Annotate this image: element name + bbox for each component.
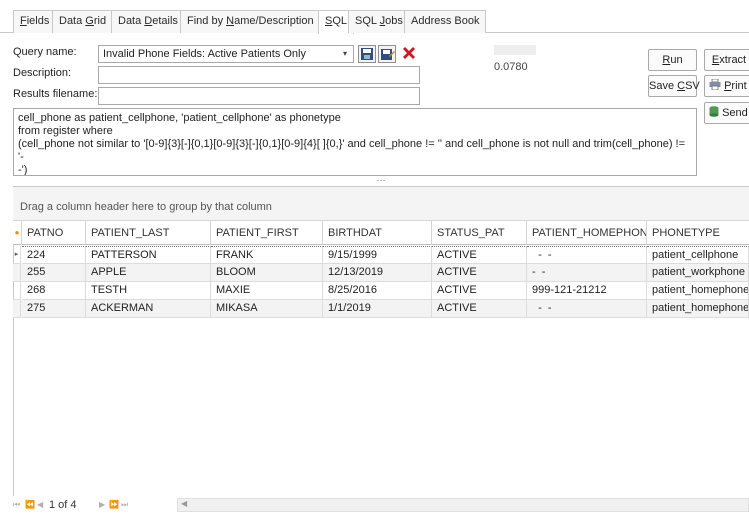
cell-birthdat[interactable]: 9/15/1999 <box>323 246 432 264</box>
sql-editor[interactable]: cell_phone as patient_cellphone, 'patien… <box>13 108 697 176</box>
save-icon <box>361 48 373 60</box>
query-name-value: Invalid Phone Fields: Active Patients On… <box>103 48 306 60</box>
scroll-left-icon[interactable]: ◀ <box>181 499 187 508</box>
cell-status-pat[interactable]: ACTIVE <box>432 300 527 318</box>
cell-patient-last[interactable]: APPLE <box>86 264 211 282</box>
save-query-button[interactable] <box>358 45 376 63</box>
cell-patient-first[interactable]: FRANK <box>211 246 323 264</box>
printer-icon <box>709 78 721 91</box>
cell-birthdat[interactable]: 12/13/2019 <box>323 264 432 282</box>
print-button[interactable]: Print <box>704 75 749 97</box>
cell-status-pat[interactable]: ACTIVE <box>432 264 527 282</box>
cell-patno[interactable]: 275 <box>22 300 86 318</box>
cell-patient-homephone[interactable]: - - <box>527 300 647 318</box>
column-header-status-pat[interactable]: STATUS_PAT <box>432 221 527 245</box>
table-row[interactable]: 255 APPLE BLOOM 12/13/2019 ACTIVE - - pa… <box>13 264 749 282</box>
chevron-down-icon: ▾ <box>342 49 347 58</box>
cell-patno[interactable]: 224 <box>22 246 86 264</box>
tab-sql-jobs[interactable]: SQL Jobs <box>348 10 410 33</box>
query-name-label: Query name: <box>13 46 77 58</box>
results-filename-field[interactable] <box>98 87 420 105</box>
row-indicator <box>13 264 21 282</box>
cell-birthdat[interactable]: 1/1/2019 <box>323 300 432 318</box>
description-label: Description: <box>13 67 72 79</box>
first-record-icon[interactable]: ⏮ <box>13 500 20 510</box>
results-filename-label: Results filename: <box>13 88 98 100</box>
cell-status-pat[interactable]: ACTIVE <box>432 282 527 300</box>
cell-patient-first[interactable]: MAXIE <box>211 282 323 300</box>
cell-patient-homephone[interactable]: - - <box>527 264 647 282</box>
last-record-icon[interactable]: ⏭ <box>121 500 128 510</box>
cell-patno[interactable]: 255 <box>22 264 86 282</box>
splitter-handle[interactable]: ⋯ <box>13 176 749 186</box>
tab-data-grid[interactable]: Data Grid <box>52 10 114 33</box>
cell-status-pat[interactable]: ACTIVE <box>432 246 527 264</box>
group-by-prompt: Drag a column header here to group by th… <box>20 201 272 213</box>
tab-data-details[interactable]: Data Details <box>111 10 185 33</box>
column-header-patno[interactable]: PATNO <box>22 221 86 245</box>
row-indicator-icon: ▸ <box>13 246 21 264</box>
cell-patient-last[interactable]: TESTH <box>86 282 211 300</box>
save-as-icon <box>381 49 395 60</box>
cell-patient-homephone[interactable]: 999-121-21212 <box>527 282 647 300</box>
group-by-panel[interactable]: Drag a column header here to group by th… <box>13 187 749 221</box>
row-indicator <box>13 300 21 318</box>
horizontal-scrollbar[interactable]: ◀ <box>177 498 749 512</box>
delete-icon <box>403 47 415 59</box>
table-row[interactable]: 275 ACKERMAN MIKASA 1/1/2019 ACTIVE - - … <box>13 300 749 318</box>
tab-find-by-name[interactable]: Find by Name/Description <box>180 10 321 33</box>
cell-patient-last[interactable]: ACKERMAN <box>86 300 211 318</box>
column-header-phonetype[interactable]: PHONETYPE <box>647 221 749 245</box>
prev-record-icon[interactable]: ◀ <box>37 500 43 509</box>
cell-phonetype[interactable]: patient_homephone <box>647 282 749 300</box>
header-marker-icon: ● <box>13 221 22 245</box>
cell-phonetype[interactable]: patient_cellphone <box>647 246 749 264</box>
next-record-icon[interactable]: ▶ <box>99 500 105 509</box>
send-button[interactable]: Send <box>704 102 749 124</box>
table-row[interactable]: 268 TESTH MAXIE 8/25/2016 ACTIVE 999-121… <box>13 282 749 300</box>
record-position: 1 of 4 <box>49 499 77 511</box>
cell-phonetype[interactable]: patient_workphone <box>647 264 749 282</box>
query-timing: 0.0780 <box>494 61 528 73</box>
record-navigator: ⏮ ⏪ ◀ 1 of 4 ▶ ⏩ ⏭ ◀ <box>13 496 749 514</box>
cell-patient-first[interactable]: MIKASA <box>211 300 323 318</box>
prev-page-icon[interactable]: ⏪ <box>25 500 35 509</box>
status-indicator <box>494 45 536 55</box>
cell-patno[interactable]: 268 <box>22 282 86 300</box>
next-page-icon[interactable]: ⏩ <box>109 500 119 509</box>
extract-button[interactable]: Extract <box>704 49 749 71</box>
column-header-patient-first[interactable]: PATIENT_FIRST <box>211 221 323 245</box>
cell-birthdat[interactable]: 8/25/2016 <box>323 282 432 300</box>
column-header-patient-last[interactable]: PATIENT_LAST <box>86 221 211 245</box>
grid-header: ● PATNO PATIENT_LAST PATIENT_FIRST BIRTH… <box>13 221 749 245</box>
cell-patient-homephone[interactable]: - - <box>527 246 647 264</box>
cell-patient-first[interactable]: BLOOM <box>211 264 323 282</box>
cell-phonetype[interactable]: patient_homephone <box>647 300 749 318</box>
run-button[interactable]: Run <box>648 49 697 71</box>
delete-query-button[interactable] <box>400 44 418 62</box>
column-header-patient-homephone[interactable]: PATIENT_HOMEPHONE <box>527 221 647 245</box>
description-field[interactable] <box>98 66 420 84</box>
row-indicator <box>13 282 21 300</box>
save-as-query-button[interactable] <box>378 45 396 63</box>
query-name-select[interactable]: Invalid Phone Fields: Active Patients On… <box>98 45 354 63</box>
tab-fields[interactable]: Fields <box>13 10 57 33</box>
cell-patient-last[interactable]: PATTERSON <box>86 246 211 264</box>
save-csv-button[interactable]: Save CSV <box>648 75 700 97</box>
tab-address-book[interactable]: Address Book <box>404 10 487 33</box>
tab-bar: Fields Data Grid Data Details Find by Na… <box>0 0 749 34</box>
table-row[interactable]: ▸ 224 PATTERSON FRANK 9/15/1999 ACTIVE -… <box>13 246 749 264</box>
column-header-birthdat[interactable]: BIRTHDAT <box>323 221 432 245</box>
database-icon <box>709 106 719 117</box>
